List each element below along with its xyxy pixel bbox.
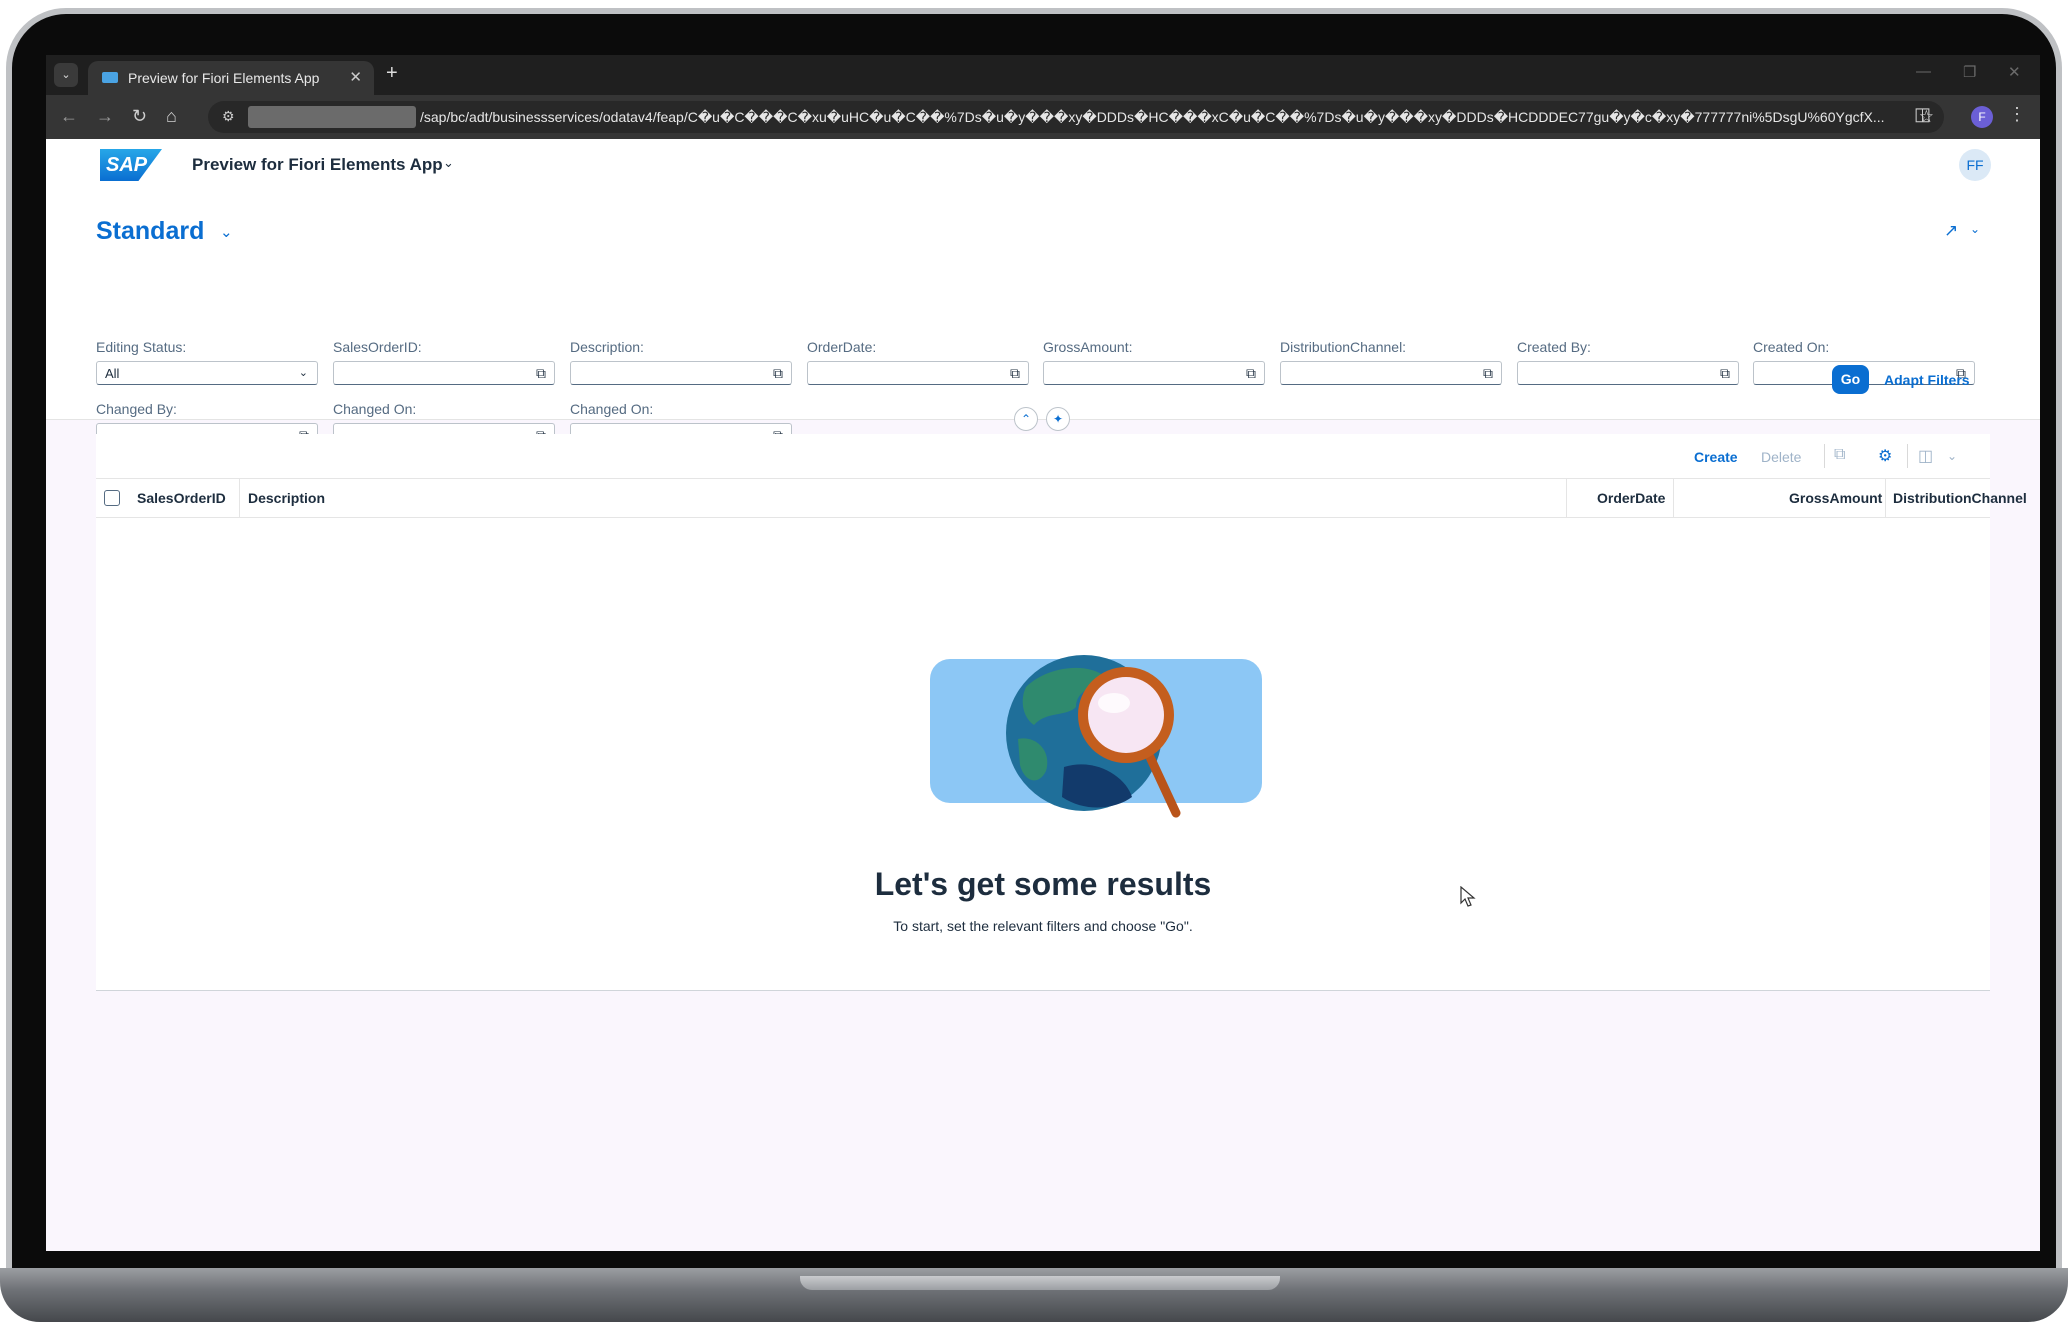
chevron-down-icon[interactable]: ⌄ bbox=[443, 155, 454, 171]
site-info-icon[interactable]: ⚙ bbox=[222, 108, 235, 125]
filter-label: Created By: bbox=[1517, 339, 1591, 355]
reload-icon[interactable]: ↻ bbox=[132, 106, 147, 127]
screen: ⌄ Preview for Fiori Elements App ✕ + — ❐… bbox=[46, 55, 2040, 1251]
browser-tab-bar: ⌄ Preview for Fiori Elements App ✕ + — ❐… bbox=[46, 55, 2040, 95]
adapt-filters-button[interactable]: Adapt Filters bbox=[1884, 372, 1970, 388]
empty-state-title: Let's get some results bbox=[874, 866, 1212, 902]
laptop-notch bbox=[800, 1276, 1280, 1290]
editing-status-select[interactable]: All ⌄ bbox=[96, 361, 318, 385]
orderdate-input[interactable]: ⧉ bbox=[807, 361, 1029, 385]
app-title[interactable]: Preview for Fiori Elements App bbox=[192, 155, 443, 175]
column-description[interactable]: Description bbox=[248, 490, 325, 506]
restore-icon[interactable]: ❐ bbox=[1963, 63, 1976, 81]
browser-menu-icon[interactable]: ⋮ bbox=[2008, 104, 2026, 125]
value-help-icon[interactable]: ⧉ bbox=[1246, 365, 1256, 382]
back-icon[interactable]: ← bbox=[60, 106, 78, 127]
user-avatar[interactable]: FF bbox=[1959, 149, 1991, 181]
filter-distributionchannel: DistributionChannel: ⧉ bbox=[1280, 339, 1502, 385]
browser-toolbar: ← → ↻ ⌂ ⚙ /sap/bc/adt/businessservices/o… bbox=[46, 95, 2040, 139]
shell-bar: SAP Preview for Fiori Elements App ⌄ FF bbox=[46, 139, 2040, 191]
home-icon[interactable]: ⌂ bbox=[166, 106, 177, 127]
forward-icon[interactable]: → bbox=[96, 106, 114, 127]
page-header: Standard ⌄ ↗ ⌄ Editing Status: All ⌄ Sal… bbox=[46, 191, 2040, 447]
close-tab-icon[interactable]: ✕ bbox=[349, 68, 362, 86]
column-orderdate[interactable]: OrderDate bbox=[1597, 490, 1665, 506]
column-separator bbox=[1673, 479, 1674, 517]
sap-logo[interactable]: SAP bbox=[100, 149, 162, 181]
select-all-checkbox[interactable] bbox=[104, 490, 120, 506]
column-separator bbox=[239, 479, 240, 517]
toolbar-separator bbox=[1907, 444, 1908, 468]
variant-chevron-down-icon[interactable]: ⌄ bbox=[220, 223, 233, 241]
chevron-down-icon[interactable]: ⌄ bbox=[299, 366, 308, 379]
value-help-icon[interactable]: ⧉ bbox=[536, 365, 546, 382]
salesorderid-input[interactable]: ⧉ bbox=[333, 361, 555, 385]
table-column-header: SalesOrderID Description OrderDate Gross… bbox=[96, 478, 2027, 518]
filter-created-by: Created By: ⧉ bbox=[1517, 339, 1739, 385]
filter-label: Created On: bbox=[1753, 339, 1830, 355]
address-bar[interactable]: ⚙ /sap/bc/adt/businessservices/odatav4/f… bbox=[208, 101, 1944, 133]
extensions-icon[interactable]: ◫ bbox=[1914, 104, 1931, 125]
grossamount-input[interactable]: ⧉ bbox=[1043, 361, 1265, 385]
go-button[interactable]: Go bbox=[1832, 365, 1869, 394]
filter-label: DistributionChannel: bbox=[1280, 339, 1407, 355]
select-value: All bbox=[105, 366, 120, 381]
filter-label: Changed On: bbox=[570, 401, 654, 417]
description-input[interactable]: ⧉ bbox=[570, 361, 792, 385]
globe-magnifier-illustration bbox=[930, 655, 1262, 818]
value-help-icon[interactable]: ⧉ bbox=[773, 365, 783, 382]
table-toolbar: Create Delete ⧉ ⚙ ◫ ⌄ bbox=[96, 434, 1990, 478]
share-chevron-down-icon[interactable]: ⌄ bbox=[1970, 222, 1980, 236]
value-help-icon[interactable]: ⧉ bbox=[1010, 365, 1020, 382]
export-icon[interactable]: ◫ bbox=[1918, 446, 1933, 466]
pin-header-icon[interactable]: ✦ bbox=[1046, 407, 1070, 431]
minimize-icon[interactable]: — bbox=[1916, 63, 1931, 80]
mouse-cursor-icon bbox=[1460, 886, 1476, 907]
toolbar-separator bbox=[1824, 444, 1825, 468]
filter-description: Description: ⧉ bbox=[570, 339, 792, 385]
create-button[interactable]: Create bbox=[1694, 449, 1738, 465]
filter-editing-status: Editing Status: All ⌄ bbox=[96, 339, 318, 385]
filter-salesorderid: SalesOrderID: ⧉ bbox=[333, 339, 555, 385]
redacted-host bbox=[248, 106, 416, 128]
url-text[interactable]: /sap/bc/adt/businessservices/odatav4/fea… bbox=[420, 109, 1910, 126]
collapse-header-icon[interactable]: ⌃ bbox=[1014, 407, 1038, 431]
sap-favicon-icon bbox=[102, 72, 118, 83]
filter-grossamount: GrossAmount: ⧉ bbox=[1043, 339, 1265, 385]
tab-search-button[interactable]: ⌄ bbox=[54, 63, 78, 87]
column-salesorderid[interactable]: SalesOrderID bbox=[137, 490, 226, 506]
copy-icon[interactable]: ⧉ bbox=[1834, 446, 1845, 464]
profile-avatar[interactable]: F bbox=[1971, 106, 1993, 128]
filter-orderdate: OrderDate: ⧉ bbox=[807, 339, 1029, 385]
browser-tab[interactable]: Preview for Fiori Elements App ✕ bbox=[88, 61, 374, 95]
settings-gear-icon[interactable]: ⚙ bbox=[1878, 446, 1892, 466]
column-distributionchannel[interactable]: DistributionChannel bbox=[1893, 490, 2027, 506]
new-tab-icon[interactable]: + bbox=[386, 62, 398, 85]
variant-title[interactable]: Standard bbox=[96, 217, 204, 246]
empty-state-description: To start, set the relevant filters and c… bbox=[893, 918, 1193, 934]
filter-label: SalesOrderID: bbox=[333, 339, 422, 355]
filter-label: Changed By: bbox=[96, 401, 177, 417]
filter-label: Description: bbox=[570, 339, 644, 355]
created-by-input[interactable]: ⧉ bbox=[1517, 361, 1739, 385]
delete-button[interactable]: Delete bbox=[1761, 449, 1801, 465]
share-icon[interactable]: ↗ bbox=[1944, 221, 1958, 241]
results-table: Create Delete ⧉ ⚙ ◫ ⌄ SalesOrderID Descr… bbox=[96, 434, 2027, 991]
tab-title: Preview for Fiori Elements App bbox=[128, 70, 320, 86]
filter-label: Changed On: bbox=[333, 401, 417, 417]
column-grossamount[interactable]: GrossAmount bbox=[1789, 490, 1882, 506]
value-help-icon[interactable]: ⧉ bbox=[1720, 365, 1730, 382]
column-separator bbox=[1885, 479, 1886, 517]
value-help-icon[interactable]: ⧉ bbox=[1483, 365, 1493, 382]
window-close-icon[interactable]: ✕ bbox=[2008, 63, 2021, 81]
filter-label: Editing Status: bbox=[96, 339, 187, 355]
column-separator bbox=[1566, 479, 1567, 517]
filter-label: GrossAmount: bbox=[1043, 339, 1133, 355]
filter-label: OrderDate: bbox=[807, 339, 877, 355]
distributionchannel-input[interactable]: ⧉ bbox=[1280, 361, 1502, 385]
export-chevron-down-icon[interactable]: ⌄ bbox=[1947, 449, 1957, 463]
